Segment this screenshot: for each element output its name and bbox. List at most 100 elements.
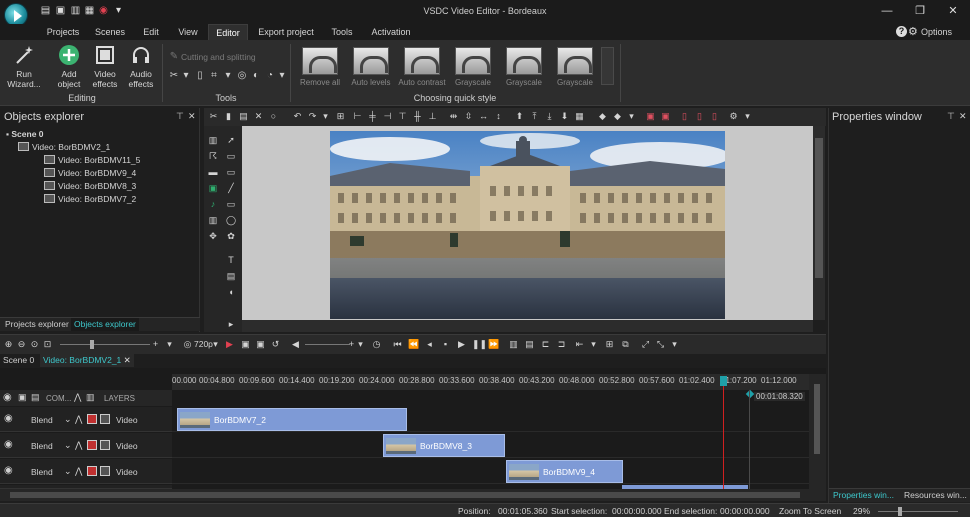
- audio-icon[interactable]: ♪: [207, 198, 219, 210]
- reverse-icon[interactable]: ◔: [264, 70, 276, 82]
- tree-item-video[interactable]: Video: BorBDMV7_2: [44, 193, 136, 205]
- tree-item-video[interactable]: Video: BorBDMV2_1: [18, 141, 110, 153]
- crop-dropdown-icon[interactable]: ▾: [222, 70, 234, 82]
- redo-dropdown-icon[interactable]: ▾: [320, 111, 331, 122]
- move-down-icon[interactable]: ⬇: [559, 111, 570, 122]
- same-height-icon[interactable]: ↕: [493, 111, 504, 122]
- volume-dropdown-icon[interactable]: ▾: [355, 339, 366, 350]
- distribute-h-icon[interactable]: ⇹: [448, 111, 459, 122]
- track-lane[interactable]: BorBDMV7_2: [172, 407, 809, 432]
- shape-icon[interactable]: ✿: [225, 230, 237, 242]
- timeline-dropdown-icon[interactable]: ▾: [669, 339, 680, 350]
- tree-item-video[interactable]: Video: BorBDMV9_4: [44, 167, 136, 179]
- playhead-handle[interactable]: [720, 376, 727, 386]
- ellipse-icon[interactable]: ◯: [225, 214, 237, 226]
- animation-icon[interactable]: ☈: [207, 150, 219, 162]
- track-lane[interactable]: BorBDMV9_4: [172, 459, 809, 484]
- image-icon[interactable]: ▣: [207, 182, 219, 194]
- style-thumb-grayscale[interactable]: [506, 47, 542, 75]
- gear-icon[interactable]: ⚙: [908, 25, 918, 38]
- tree-item-video[interactable]: Video: BorBDMV11_5: [44, 154, 140, 166]
- audio-wave-icon[interactable]: ⋀: [75, 466, 82, 477]
- blend-dropdown-icon[interactable]: ⌄: [64, 414, 72, 425]
- play-preview-icon[interactable]: ▶: [224, 339, 235, 350]
- audio-wave-icon[interactable]: ⋀: [75, 414, 82, 425]
- zoom-slider[interactable]: [60, 344, 150, 345]
- settings-icon[interactable]: ⚙: [728, 111, 739, 122]
- blend-mode[interactable]: Blend: [31, 441, 53, 451]
- pin-icon[interactable]: ⊤: [176, 111, 184, 122]
- snap-timeline-icon[interactable]: ⊞: [604, 339, 615, 350]
- collapse-timeline-icon[interactable]: ⤡: [655, 339, 666, 350]
- text-icon[interactable]: T: [225, 254, 237, 266]
- select-tool-icon[interactable]: ✂: [208, 111, 219, 122]
- layers-icon[interactable]: ▦: [574, 111, 585, 122]
- menu-export-project[interactable]: Export project: [254, 24, 318, 40]
- tab-properties-window[interactable]: Properties win...: [830, 489, 897, 502]
- align-bottom-icon[interactable]: ⊥: [427, 111, 438, 122]
- scroll-thumb[interactable]: [814, 384, 820, 454]
- blend-dropdown-icon[interactable]: ⌄: [64, 466, 72, 477]
- blend-mode[interactable]: Blend: [31, 467, 53, 477]
- distribute-v-icon[interactable]: ⇳: [463, 111, 474, 122]
- style-thumb-remove-all[interactable]: [302, 47, 338, 75]
- spectrum-icon[interactable]: ▥: [207, 214, 219, 226]
- audio-wave-icon[interactable]: ⋀: [75, 440, 82, 451]
- tab-resources-window[interactable]: Resources win...: [901, 489, 970, 502]
- add-object-button[interactable]: Add object: [52, 44, 86, 89]
- zoom-slider-thumb[interactable]: [898, 507, 902, 516]
- align-center-icon[interactable]: ╪: [367, 111, 378, 122]
- subtitle-icon[interactable]: ▬: [207, 166, 219, 178]
- audio-chart-icon[interactable]: ▥: [207, 134, 219, 146]
- eye-icon[interactable]: ◉: [3, 392, 12, 403]
- settings-dropdown-icon[interactable]: ▾: [742, 111, 753, 122]
- volume-icon[interactable]: ◀: [290, 339, 301, 350]
- move-up-icon[interactable]: ⬆: [514, 111, 525, 122]
- minimize-icon[interactable]: —: [880, 4, 894, 18]
- lock-icon[interactable]: ▣: [18, 392, 27, 403]
- rectangle-icon[interactable]: ▭: [225, 198, 237, 210]
- close-tab-icon[interactable]: ✕: [124, 355, 131, 365]
- marker-icon[interactable]: ⇤: [574, 339, 585, 350]
- audio-effects-button[interactable]: Audio effects: [124, 44, 158, 89]
- menu-view[interactable]: View: [173, 24, 203, 40]
- pin-icon[interactable]: ⊤: [947, 111, 955, 122]
- scroll-thumb[interactable]: [10, 492, 800, 498]
- scroll-thumb[interactable]: [815, 138, 823, 278]
- lock-ratio-icon[interactable]: ▯: [679, 111, 690, 122]
- preview-horizontal-scrollbar[interactable]: [242, 320, 813, 332]
- marker-dropdown-icon[interactable]: ▾: [588, 339, 599, 350]
- align-middle-icon[interactable]: ╫: [412, 111, 423, 122]
- stop-playback-icon[interactable]: ▪: [440, 339, 451, 350]
- link-icon[interactable]: ⧉: [620, 339, 631, 350]
- zoom-in-icon[interactable]: ⊕: [3, 339, 14, 350]
- tab-objects-explorer[interactable]: Objects explorer: [71, 318, 139, 331]
- restore-icon[interactable]: ❐: [913, 4, 927, 18]
- options-button[interactable]: Options: [921, 27, 952, 37]
- tree-item-video[interactable]: Video: BorBDMV8_3: [44, 180, 136, 192]
- zoom-fit-icon[interactable]: ⊙: [29, 339, 40, 350]
- expand-icon[interactable]: ▸: [225, 318, 237, 330]
- menu-scenes[interactable]: Scenes: [92, 24, 128, 40]
- grid-icon[interactable]: ⊞: [335, 111, 346, 122]
- volume-slider[interactable]: [305, 344, 350, 345]
- menu-projects[interactable]: Projects: [43, 24, 83, 40]
- timeline-vertical-scrollbar[interactable]: [809, 374, 826, 489]
- fill-more-icon[interactable]: ▾: [626, 111, 637, 122]
- help-icon[interactable]: ?: [896, 26, 907, 37]
- tree-item-scene[interactable]: ▪ Scene 0: [6, 128, 44, 140]
- preview-canvas[interactable]: [242, 126, 813, 320]
- redo-icon[interactable]: ↷: [307, 111, 318, 122]
- sprite-icon[interactable]: ▭: [225, 166, 237, 178]
- track-lane[interactable]: BorBDMV8_3: [172, 433, 809, 458]
- menu-activation[interactable]: Activation: [367, 24, 415, 40]
- timeline-clip[interactable]: BorBDMV8_3: [383, 434, 505, 457]
- trim-end-icon[interactable]: ⊐: [556, 339, 567, 350]
- mark-out-icon[interactable]: ▣: [255, 339, 266, 350]
- pointer-icon[interactable]: ➚: [225, 134, 237, 146]
- menu-editor[interactable]: Editor: [208, 24, 248, 40]
- fill-dropdown-icon[interactable]: ◆: [612, 111, 623, 122]
- snap-grid-icon[interactable]: ▣: [660, 111, 671, 122]
- rotate-icon[interactable]: ▯: [194, 70, 206, 82]
- align-left-icon[interactable]: ⊢: [352, 111, 363, 122]
